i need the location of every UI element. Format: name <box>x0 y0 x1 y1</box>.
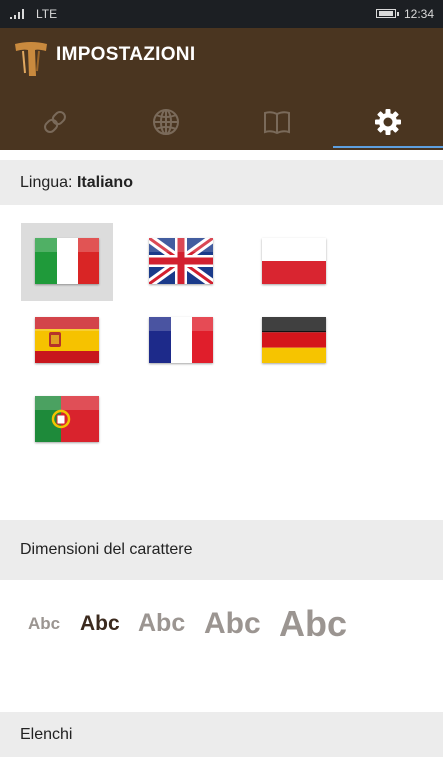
flag-portugal[interactable] <box>35 396 99 442</box>
font-size-option-4[interactable]: Abc <box>204 607 261 641</box>
flag-poland[interactable] <box>262 238 326 284</box>
status-bar: LTE 12:34 <box>0 0 443 28</box>
flag-italy[interactable] <box>35 238 99 284</box>
spain-flag-icon <box>35 317 99 363</box>
italy-flag-icon <box>35 238 99 284</box>
app-header: IMPOSTAZIONI <box>0 28 443 150</box>
tab-book[interactable] <box>222 96 332 148</box>
signal-icon <box>10 9 24 19</box>
battery-tip <box>397 12 399 16</box>
book-icon <box>264 111 290 135</box>
language-header: Lingua: Italiano <box>0 160 443 205</box>
tau-cross-icon <box>15 42 47 76</box>
france-flag-icon <box>149 317 213 363</box>
language-label: Lingua: <box>20 174 73 191</box>
gear-icon <box>375 109 401 135</box>
tab-link[interactable] <box>0 96 110 148</box>
lists-label: Elenchi <box>20 726 73 743</box>
lists-header: Elenchi <box>0 712 443 757</box>
font-size-option-3[interactable]: Abc <box>138 609 185 638</box>
flag-united-kingdom[interactable] <box>149 238 213 284</box>
tab-settings[interactable] <box>333 96 443 148</box>
clock: 12:34 <box>404 7 435 21</box>
language-current: Italiano <box>76 174 133 191</box>
network-label: LTE <box>36 7 58 21</box>
font-size-label: Dimensioni del carattere <box>20 541 193 558</box>
portugal-flag-icon <box>35 396 99 442</box>
link-icon <box>44 111 66 133</box>
font-size-option-1[interactable]: Abc <box>28 614 60 634</box>
germany-flag-icon <box>262 317 326 363</box>
tab-web[interactable] <box>111 96 221 148</box>
uk-flag-icon <box>149 238 213 284</box>
font-size-option-2[interactable]: Abc <box>80 612 120 636</box>
font-size-header: Dimensioni del carattere <box>0 520 443 580</box>
flag-france[interactable] <box>149 317 213 363</box>
flag-germany[interactable] <box>262 317 326 363</box>
battery-icon <box>376 9 396 18</box>
font-size-option-5[interactable]: Abc <box>279 603 347 645</box>
page-title: IMPOSTAZIONI <box>56 44 196 65</box>
flag-spain[interactable] <box>35 317 99 363</box>
poland-flag-icon <box>262 238 326 284</box>
globe-icon <box>153 109 179 135</box>
